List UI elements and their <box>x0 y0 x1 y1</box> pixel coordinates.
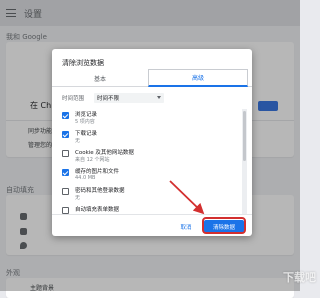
scrollbar-thumb[interactable] <box>243 111 246 161</box>
time-range-row: 时间范围 时间不限 <box>62 92 242 104</box>
checkbox-passwords[interactable] <box>62 188 69 195</box>
chevron-down-icon <box>157 96 161 99</box>
tab-basic[interactable]: 基本 <box>52 69 148 87</box>
clear-button-highlight <box>202 217 246 234</box>
dialog-tabs: 基本 高级 <box>52 69 252 87</box>
option-browsing-history[interactable]: 浏览记录 5 项内容 <box>62 109 232 127</box>
option-label: 密码和其他登录数据 <box>75 186 125 194</box>
checkbox-browsing-history[interactable] <box>62 112 69 119</box>
option-autofill[interactable]: 自动填充表单数据 <box>62 204 232 214</box>
option-sublabel: 无 <box>75 194 80 201</box>
option-label: 缓存的图片和文件 <box>75 167 119 175</box>
option-passwords[interactable]: 密码和其他登录数据 无 <box>62 185 232 203</box>
options-scrollbar[interactable] <box>242 109 247 214</box>
checkbox-autofill[interactable] <box>62 207 69 214</box>
option-label: 下载记录 <box>75 129 97 137</box>
checkbox-cookies[interactable] <box>62 150 69 157</box>
option-label: 自动填充表单数据 <box>75 205 119 213</box>
time-range-value: 时间不限 <box>97 94 119 102</box>
option-label: Cookie 及其他网站数据 <box>75 148 134 156</box>
option-sublabel: 44.0 MB <box>75 175 95 181</box>
option-download-history[interactable]: 下载记录 无 <box>62 128 232 146</box>
clear-browsing-data-dialog: 清除浏览数据 基本 高级 时间范围 时间不限 浏览记录 5 项内容 下载记录 无… <box>52 49 252 236</box>
option-cached-files[interactable]: 缓存的图片和文件 44.0 MB <box>62 166 232 184</box>
option-sublabel: 来自 12 个网站 <box>75 156 110 163</box>
time-range-select[interactable]: 时间不限 <box>94 93 164 103</box>
time-range-label: 时间范围 <box>62 94 92 102</box>
options-list: 浏览记录 5 项内容 下载记录 无 Cookie 及其他网站数据 来自 12 个… <box>52 109 252 214</box>
cancel-button[interactable]: 取消 <box>170 221 202 232</box>
option-sublabel: 5 项内容 <box>75 118 95 125</box>
option-sublabel: 无 <box>75 137 80 144</box>
dialog-title: 清除浏览数据 <box>62 58 104 68</box>
watermark-logo: 下载吧 <box>283 269 316 285</box>
option-cookies[interactable]: Cookie 及其他网站数据 来自 12 个网站 <box>62 147 232 165</box>
checkbox-cached-files[interactable] <box>62 169 69 176</box>
tab-advanced[interactable]: 高级 <box>148 69 248 87</box>
checkbox-download-history[interactable] <box>62 131 69 138</box>
option-label: 浏览记录 <box>75 110 97 118</box>
